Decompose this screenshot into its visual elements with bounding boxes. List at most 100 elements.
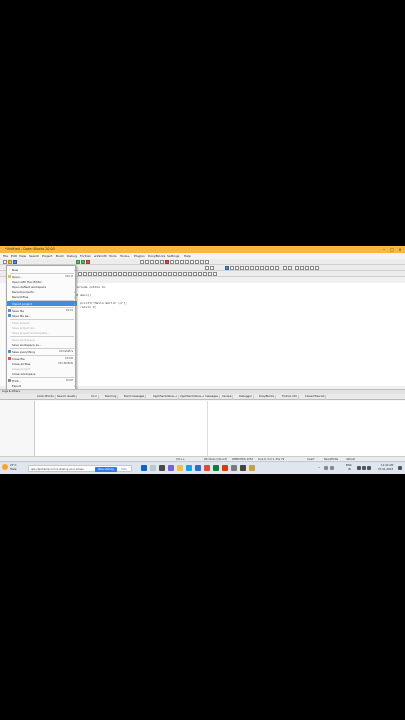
run-icon[interactable]: [81, 260, 85, 264]
tab-fortran-info[interactable]: Fortran info: [281, 395, 300, 400]
tool-z-icon[interactable]: [203, 272, 207, 276]
menu-item-export[interactable]: Export ›: [7, 383, 77, 388]
search-icon[interactable]: [150, 465, 156, 471]
close-icon[interactable]: ×: [397, 247, 403, 252]
settings-icon[interactable]: [195, 260, 199, 264]
doxy-chm-icon[interactable]: [315, 266, 319, 270]
tool-n-icon[interactable]: [143, 272, 147, 276]
open-icon[interactable]: [8, 260, 12, 264]
tool-m-icon[interactable]: [138, 272, 142, 276]
tool-e-icon[interactable]: [98, 272, 102, 276]
menu-item-new[interactable]: New ›: [7, 267, 77, 272]
file-explorer-icon[interactable]: [177, 465, 183, 471]
chrome-icon[interactable]: [204, 465, 210, 471]
find-next-icon[interactable]: [235, 266, 239, 270]
tool-i-icon[interactable]: [118, 272, 122, 276]
tool-r-icon[interactable]: [163, 272, 167, 276]
tool-o-icon[interactable]: [148, 272, 152, 276]
edge-icon[interactable]: [186, 465, 192, 471]
powerpoint-icon[interactable]: [222, 465, 228, 471]
code-editor[interactable]: #include <stdio.h> int main() { printf("…: [62, 283, 405, 386]
jump-back-icon[interactable]: [180, 260, 184, 264]
weather-icon[interactable]: [2, 464, 8, 470]
tab-build-messages[interactable]: Build messages: [123, 395, 147, 400]
tool-v-icon[interactable]: [183, 272, 187, 276]
tool-aa-icon[interactable]: [208, 272, 212, 276]
tab-debugger[interactable]: Debugger: [238, 395, 254, 400]
stop-debug-icon[interactable]: [165, 260, 169, 264]
doxy-run-icon[interactable]: [305, 266, 309, 270]
step-out-icon[interactable]: [155, 260, 159, 264]
maximize-icon[interactable]: □: [389, 247, 395, 252]
tab-build-log[interactable]: Build log: [104, 395, 119, 400]
menu-item-save-everything[interactable]: Save everything Ctrl-Shift-S: [7, 349, 77, 354]
tool-f-icon[interactable]: [103, 272, 107, 276]
menu-edit[interactable]: Edit: [11, 254, 17, 258]
zoom-out-icon[interactable]: [288, 266, 292, 270]
menu-tools[interactable]: Tools: [109, 254, 116, 258]
tool-b-icon[interactable]: [83, 272, 87, 276]
tool-h-icon[interactable]: [113, 272, 117, 276]
menu-wxsmith[interactable]: wxSmith: [94, 254, 107, 258]
menu-doxyblocks[interactable]: DoxyBlocks: [148, 254, 165, 258]
tool-p-icon[interactable]: [153, 272, 157, 276]
doxy-config-icon[interactable]: [300, 266, 304, 270]
debug-windows-icon[interactable]: [170, 260, 174, 264]
stop-sharing-button[interactable]: Stop sharing: [95, 467, 117, 472]
tool-t-icon[interactable]: [173, 272, 177, 276]
tab-doxyblocks[interactable]: DoxyBlocks: [258, 395, 276, 400]
build-icon[interactable]: [76, 260, 80, 264]
tool-ab-icon[interactable]: [213, 272, 217, 276]
indent-icon[interactable]: [265, 266, 269, 270]
tab-cppcheck-vera[interactable]: CppCheck/Vera++: [152, 395, 180, 400]
doxy-html-icon[interactable]: [310, 266, 314, 270]
selection-icon[interactable]: [250, 266, 254, 270]
menu-help[interactable]: Help: [184, 254, 191, 258]
layout-icon[interactable]: [205, 260, 209, 264]
step-over-icon[interactable]: [145, 260, 149, 264]
debug-info-icon[interactable]: [175, 260, 179, 264]
menu-tools-plus[interactable]: Tools+: [120, 254, 130, 258]
language-indicator[interactable]: ENG: [346, 464, 352, 467]
menu-item-import-project[interactable]: Import project ›: [7, 301, 77, 306]
outdent-icon[interactable]: [270, 266, 274, 270]
store-icon[interactable]: [195, 465, 201, 471]
tool-k-icon[interactable]: [128, 272, 132, 276]
tab-search-results[interactable]: Search results: [56, 395, 78, 400]
menu-view[interactable]: View: [19, 254, 26, 258]
tool-l-icon[interactable]: [133, 272, 137, 276]
tray-chevron-icon[interactable]: ^: [318, 467, 320, 470]
menu-item-recent-files[interactable]: Recent files ›: [7, 294, 77, 299]
tool-s-icon[interactable]: [168, 272, 172, 276]
clock-time[interactable]: 11:42 AM: [381, 464, 393, 467]
search-icon[interactable]: [205, 266, 209, 270]
tab-cccc[interactable]: Cccc: [90, 395, 100, 400]
terminal-icon[interactable]: [240, 465, 246, 471]
hide-button[interactable]: Hide: [121, 468, 127, 471]
tool-d-icon[interactable]: [93, 272, 97, 276]
abort-icon[interactable]: [86, 260, 90, 264]
zoom-icon[interactable]: [200, 260, 204, 264]
highlight-icon[interactable]: [245, 266, 249, 270]
doxy-icon[interactable]: [295, 266, 299, 270]
tab-closed-files-list[interactable]: Closed files list: [304, 395, 327, 400]
battery-icon[interactable]: [367, 466, 371, 470]
uncomment-icon[interactable]: [260, 266, 264, 270]
next-instruction-icon[interactable]: [160, 260, 164, 264]
new-file-icon[interactable]: [3, 260, 7, 264]
save-icon[interactable]: [13, 260, 17, 264]
tool-j-icon[interactable]: [123, 272, 127, 276]
wifi-icon[interactable]: [357, 466, 361, 470]
tab-cscope[interactable]: Cscope: [221, 395, 234, 400]
jump-forward-icon[interactable]: [185, 260, 189, 264]
menu-item-save-workspace-as[interactable]: Save workspace as...: [7, 342, 77, 347]
tab-cppcheck-vera-messages[interactable]: CppCheck/Vera++ messages: [179, 395, 220, 400]
codeblocks-icon[interactable]: [231, 465, 237, 471]
app-icon[interactable]: [249, 465, 255, 471]
match-case-icon[interactable]: [225, 266, 229, 270]
tray-app-icon[interactable]: [324, 466, 328, 470]
tool-u-icon[interactable]: [178, 272, 182, 276]
menu-item-close-workspace[interactable]: Close workspace: [7, 371, 77, 376]
tool-g-icon[interactable]: [108, 272, 112, 276]
menu-item-save-file-as[interactable]: Save file as...: [7, 313, 77, 318]
